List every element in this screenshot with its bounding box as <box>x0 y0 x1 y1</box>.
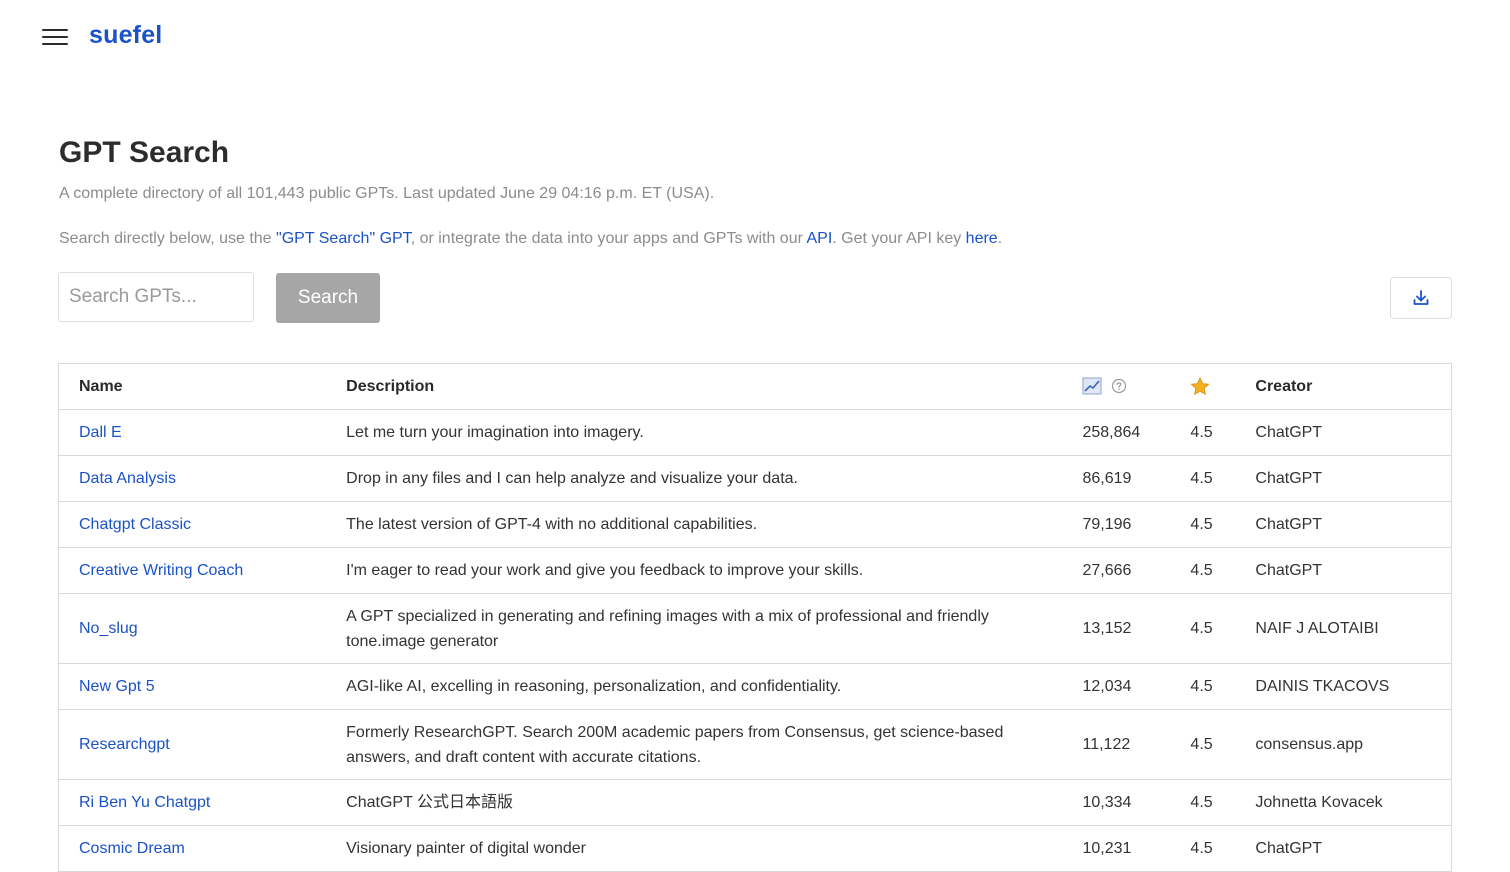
trend-chart-icon <box>1082 377 1102 395</box>
gpt-description-cell: The latest version of GPT-4 with no addi… <box>326 501 1079 548</box>
gpt-rating-cell: 4.5 <box>1170 547 1236 594</box>
gpt-description-cell: ChatGPT 公式日本語版 <box>326 779 1079 826</box>
gpt-name-cell: Chatgpt Classic <box>58 501 327 548</box>
gpt-name-link[interactable]: New Gpt 5 <box>79 678 155 695</box>
gpt-description-cell: I'm eager to read your work and give you… <box>326 547 1079 594</box>
download-button[interactable] <box>1390 277 1452 319</box>
page-title: GPT Search <box>59 136 230 169</box>
gpt-creator-cell: ChatGPT <box>1235 501 1452 548</box>
column-header-name[interactable]: Name <box>58 363 327 410</box>
table-header-row: Name Description Creator <box>58 363 1452 410</box>
gpt-uses-cell: 13,152 <box>1078 593 1171 664</box>
gpt-name-link[interactable]: Cosmic Dream <box>79 840 185 857</box>
gpt-name-link[interactable]: Researchgpt <box>79 736 170 753</box>
table-row[interactable]: New Gpt 5 AGI-like AI, excelling in reaso… <box>58 663 1452 710</box>
question-circle-icon[interactable] <box>1111 378 1127 394</box>
column-header-uses[interactable] <box>1078 363 1171 410</box>
gpt-creator-cell: ChatGPT <box>1235 825 1452 872</box>
gpt-rating-cell: 4.5 <box>1170 409 1236 456</box>
gpt-rating-cell: 4.5 <box>1170 593 1236 664</box>
table-row[interactable]: Ri Ben Yu Chatgpt ChatGPT 公式日本語版 10,334 4.5… <box>58 779 1452 826</box>
gpt-name-link[interactable]: Ri Ben Yu Chatgpt <box>79 794 210 811</box>
gpt-name-link[interactable]: Data Analysis <box>79 470 176 487</box>
gpt-creator-cell: ChatGPT <box>1235 409 1452 456</box>
gpt-name-link[interactable]: Chatgpt Classic <box>79 516 191 533</box>
gpt-uses-cell: 10,334 <box>1078 779 1171 826</box>
intro-text-part: Search directly below, use the <box>59 230 277 247</box>
top-bar: suefel <box>0 0 1510 76</box>
star-icon <box>1190 377 1211 396</box>
table-row[interactable]: Creative Writing Coach I'm eager to read … <box>58 547 1452 594</box>
gpt-uses-cell: 12,034 <box>1078 663 1171 710</box>
gpt-name-cell: New Gpt 5 <box>58 663 327 710</box>
intro-text-part: . Get your API key <box>832 230 966 247</box>
gpt-uses-cell: 86,619 <box>1078 455 1171 502</box>
gpt-name-link[interactable]: Dall E <box>79 424 122 441</box>
gpt-rating-cell: 4.5 <box>1170 779 1236 826</box>
gpt-creator-cell: Johnetta Kovacek <box>1235 779 1452 826</box>
gpt-name-cell: Data Analysis <box>58 455 327 502</box>
gpt-uses-cell: 258,864 <box>1078 409 1171 456</box>
table-row[interactable]: Researchgpt Formerly ResearchGPT. Search … <box>58 709 1452 780</box>
intro-text: Search directly below, use the "GPT Sear… <box>59 230 1002 248</box>
table-body: Dall E Let me turn your imagination into … <box>58 409 1452 872</box>
table-row[interactable]: Data Analysis Drop in any files and I can… <box>58 455 1452 502</box>
gpt-name-cell: No_slug <box>58 593 327 664</box>
gpt-creator-cell: ChatGPT <box>1235 547 1452 594</box>
table-row[interactable]: Dall E Let me turn your imagination into … <box>58 409 1452 456</box>
gpt-description-cell: Formerly ResearchGPT. Search 200M academ… <box>326 709 1079 780</box>
gpt-creator-cell: ChatGPT <box>1235 455 1452 502</box>
gpt-creator-cell: NAIF J ALOTAIBI <box>1235 593 1452 664</box>
gpt-search-gpt-link[interactable]: "GPT Search" GPT <box>276 230 411 247</box>
gpt-name-cell: Ri Ben Yu Chatgpt <box>58 779 327 826</box>
gpt-description-cell: A GPT specialized in generating and refi… <box>326 593 1079 664</box>
gpt-uses-cell: 11,122 <box>1078 709 1171 780</box>
column-header-creator[interactable]: Creator <box>1235 363 1452 410</box>
column-header-description[interactable]: Description <box>326 363 1079 410</box>
gpt-table: Name Description Creator Dall E Let me t… <box>58 363 1452 872</box>
gpt-name-link[interactable]: No_slug <box>79 620 138 637</box>
gpt-name-cell: Dall E <box>58 409 327 456</box>
gpt-uses-cell: 27,666 <box>1078 547 1171 594</box>
brand-logo-link[interactable]: suefel <box>89 21 162 50</box>
gpt-rating-cell: 4.5 <box>1170 501 1236 548</box>
table-row[interactable]: Chatgpt Classic The latest version of GPT… <box>58 501 1452 548</box>
page-subtitle: A complete directory of all 101,443 publ… <box>59 185 715 202</box>
gpt-uses-cell: 10,231 <box>1078 825 1171 872</box>
intro-text-part: . <box>997 230 1003 247</box>
download-icon <box>1413 290 1429 305</box>
api-key-link[interactable]: here <box>966 230 998 247</box>
gpt-creator-cell: consensus.app <box>1235 709 1452 780</box>
search-button[interactable]: Search <box>276 273 380 323</box>
gpt-description-cell: AGI-like AI, excelling in reasoning, per… <box>326 663 1079 710</box>
gpt-description-cell: Drop in any files and I can help analyze… <box>326 455 1079 502</box>
hamburger-menu-icon[interactable] <box>42 27 68 47</box>
table-row[interactable]: Cosmic Dream Visionary painter of digital… <box>58 825 1452 872</box>
gpt-rating-cell: 4.5 <box>1170 709 1236 780</box>
gpt-description-cell: Let me turn your imagination into imager… <box>326 409 1079 456</box>
search-input[interactable] <box>58 272 254 322</box>
gpt-name-cell: Creative Writing Coach <box>58 547 327 594</box>
gpt-creator-cell: DAINIS TKACOVS <box>1235 663 1452 710</box>
column-header-rating[interactable] <box>1170 363 1236 410</box>
table-row[interactable]: No_slug A GPT specialized in generating a… <box>58 593 1452 664</box>
gpt-uses-cell: 79,196 <box>1078 501 1171 548</box>
gpt-rating-cell: 4.5 <box>1170 455 1236 502</box>
gpt-rating-cell: 4.5 <box>1170 825 1236 872</box>
gpt-name-link[interactable]: Creative Writing Coach <box>79 562 243 579</box>
intro-text-part: , or integrate the data into your apps a… <box>410 230 807 247</box>
gpt-rating-cell: 4.5 <box>1170 663 1236 710</box>
gpt-name-cell: Cosmic Dream <box>58 825 327 872</box>
api-link[interactable]: API <box>806 230 832 247</box>
gpt-description-cell: Visionary painter of digital wonder <box>326 825 1079 872</box>
gpt-name-cell: Researchgpt <box>58 709 327 780</box>
